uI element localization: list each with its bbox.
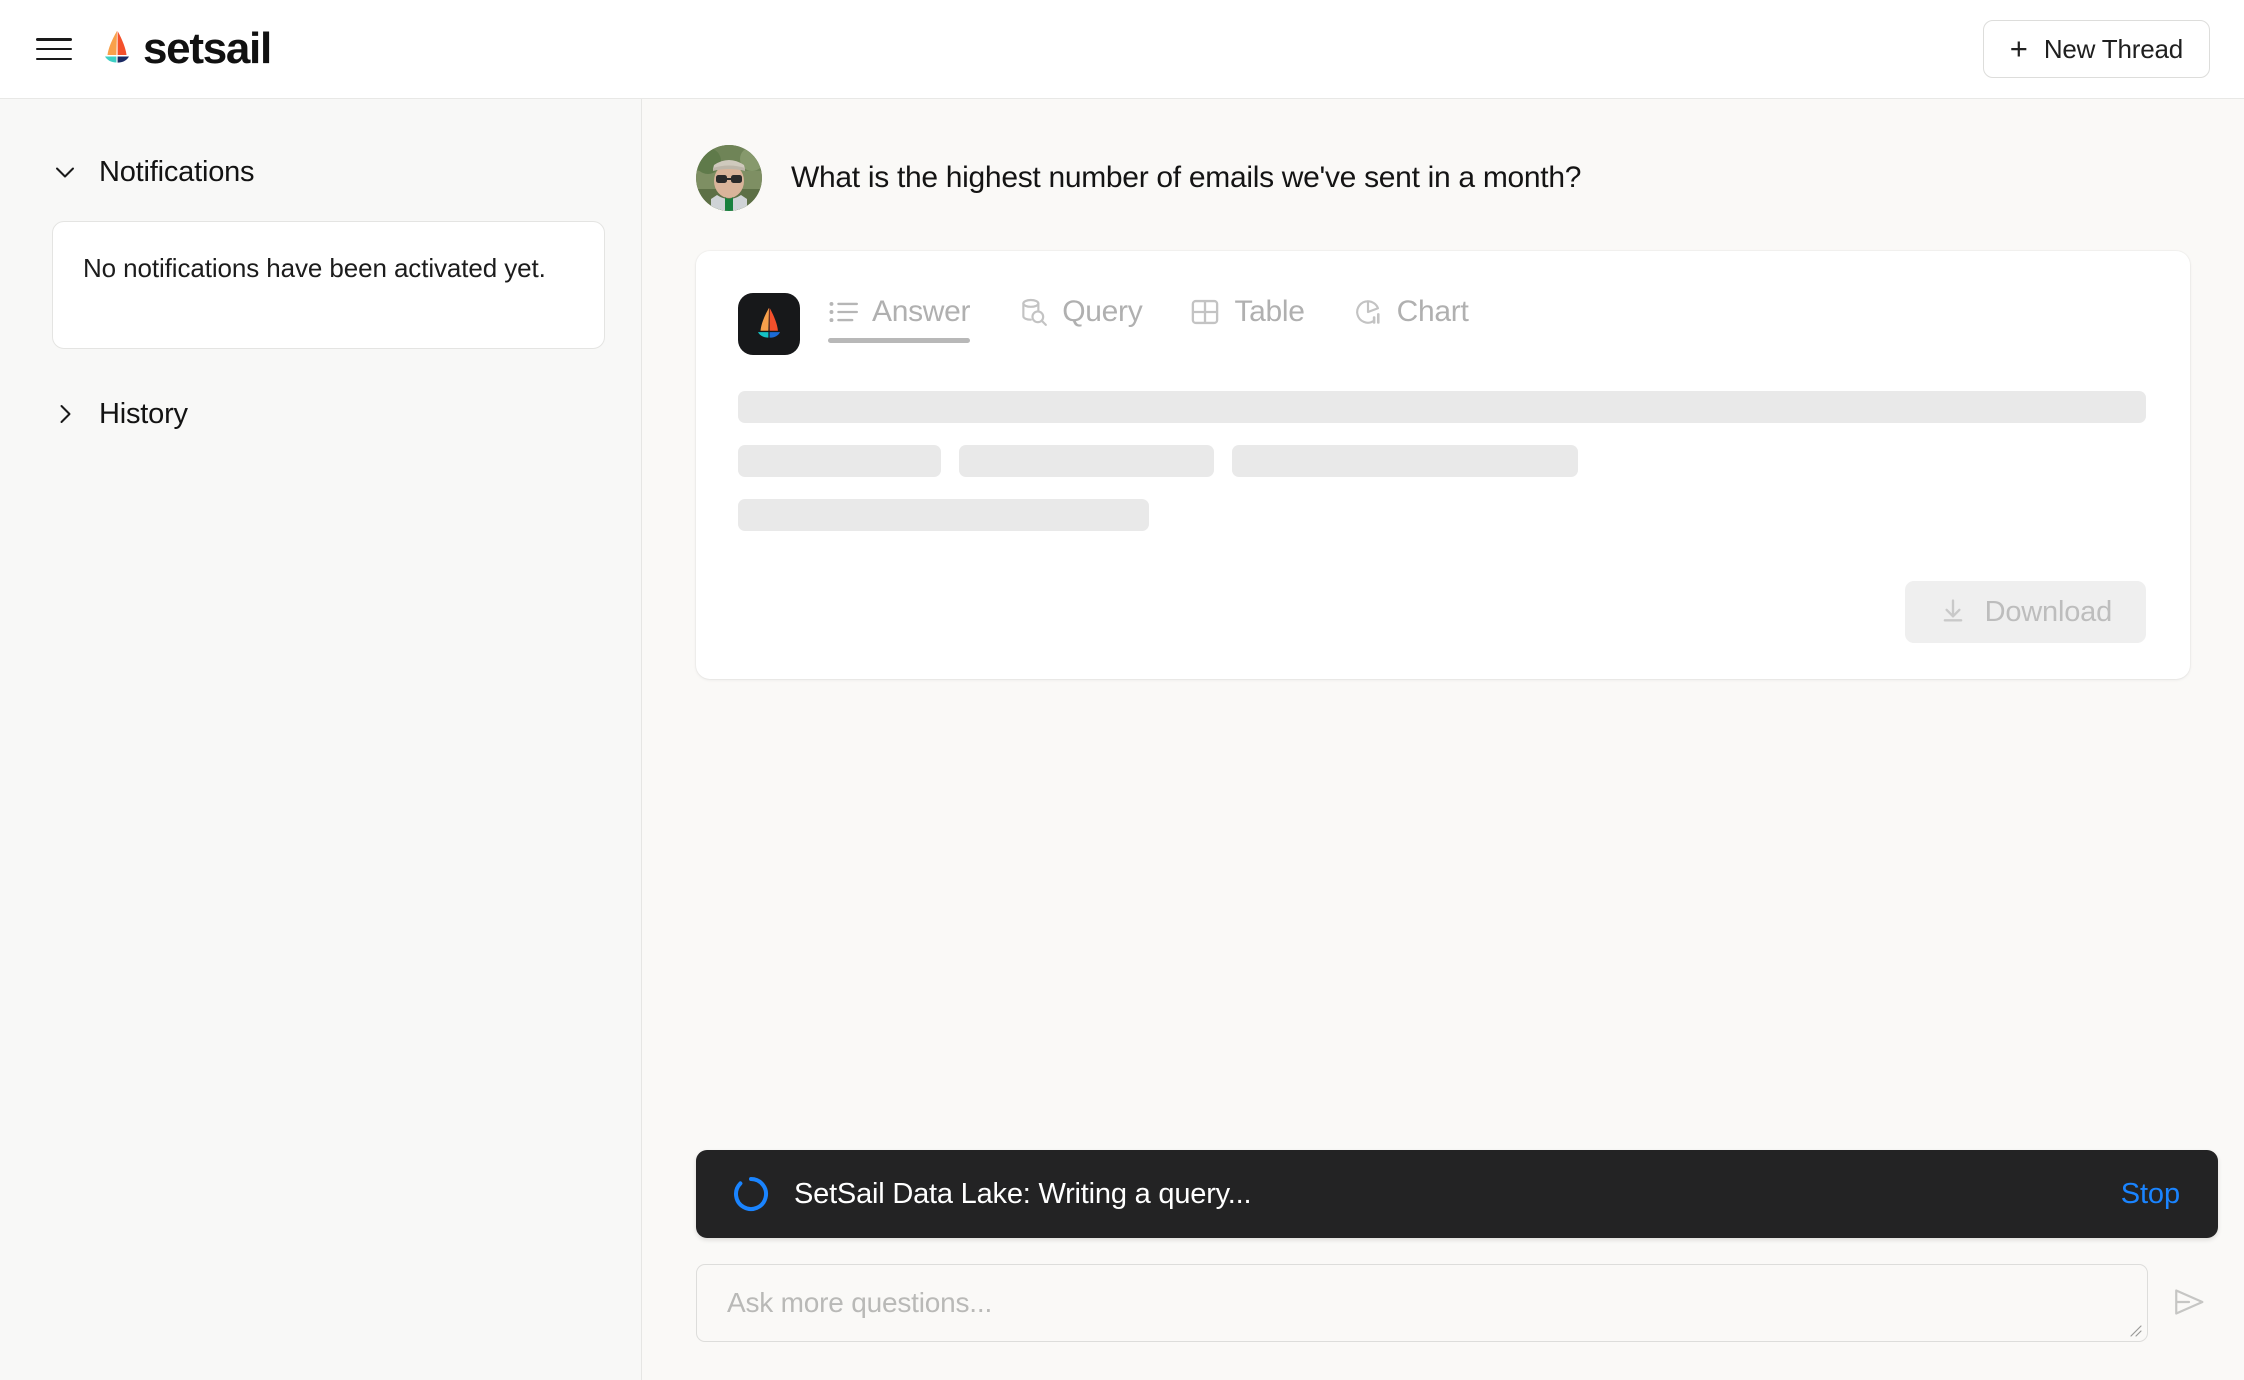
answer-card-footer: Download xyxy=(738,531,2146,643)
sidebar: Notifications No notifications have been… xyxy=(0,99,642,1380)
sidebar-section-label: History xyxy=(99,397,188,430)
skeleton-row xyxy=(738,499,2146,531)
grid-table-icon xyxy=(1190,297,1220,327)
skeleton-line xyxy=(738,499,1150,531)
question-input-wrapper[interactable]: Ask more questions... xyxy=(696,1264,2148,1342)
question-input-placeholder: Ask more questions... xyxy=(727,1287,993,1318)
hamburger-line xyxy=(36,57,72,60)
database-search-icon xyxy=(1018,297,1048,327)
answer-card: Answer Query Table Chart Download xyxy=(696,251,2190,679)
skeleton-line xyxy=(738,445,941,477)
skeleton-line xyxy=(958,445,1214,477)
user-message-text: What is the highest number of emails we'… xyxy=(791,161,1582,194)
status-toast: SetSail Data Lake: Writing a query... St… xyxy=(696,1150,2218,1238)
hamburger-line xyxy=(36,38,72,41)
main-panel: What is the highest number of emails we'… xyxy=(642,99,2244,1380)
user-message-row: What is the highest number of emails we'… xyxy=(696,145,2216,211)
download-label: Download xyxy=(1984,595,2113,628)
setsail-sailboat-logo-icon xyxy=(100,29,134,69)
conversation-thread: What is the highest number of emails we'… xyxy=(642,99,2244,1150)
notifications-empty-message: No notifications have been activated yet… xyxy=(83,253,546,283)
tab-answer[interactable]: Answer xyxy=(828,297,992,343)
skeleton-line xyxy=(1231,445,1578,477)
send-paper-plane-icon xyxy=(2172,1285,2206,1322)
download-arrow-icon xyxy=(1939,597,1967,628)
loading-spinner-icon xyxy=(732,1175,770,1213)
user-avatar-photo xyxy=(696,145,762,211)
list-bullets-icon xyxy=(828,298,858,326)
top-bar: setsail + New Thread xyxy=(0,0,2244,99)
hamburger-menu-icon[interactable] xyxy=(36,34,72,64)
stop-button[interactable]: Stop xyxy=(2121,1178,2180,1211)
tab-label: Table xyxy=(1234,295,1305,328)
status-toast-message: SetSail Data Lake: Writing a query... xyxy=(794,1177,1252,1210)
tab-label: Query xyxy=(1062,295,1143,328)
top-bar-left: setsail xyxy=(36,24,272,73)
tab-table[interactable]: Table xyxy=(1190,297,1326,343)
answer-loading-skeleton xyxy=(738,391,2146,531)
skeleton-line xyxy=(738,391,2146,423)
tab-chart[interactable]: Chart xyxy=(1353,297,1491,343)
brand-logo[interactable]: setsail xyxy=(100,24,272,73)
sidebar-section-label: Notifications xyxy=(99,155,255,188)
app-root: setsail + New Thread Notifications No no… xyxy=(0,0,2244,1380)
chevron-down-icon xyxy=(52,159,78,185)
new-thread-button[interactable]: + New Thread xyxy=(1982,20,2210,78)
chevron-right-icon xyxy=(52,401,78,427)
tab-label: Chart xyxy=(1396,295,1469,328)
sidebar-section-history[interactable]: History xyxy=(52,393,605,435)
answer-card-header: Answer Query Table Chart xyxy=(738,291,2146,355)
skeleton-row xyxy=(738,445,2146,477)
sidebar-section-notifications[interactable]: Notifications xyxy=(52,151,605,193)
tab-label: Answer xyxy=(872,295,971,328)
hamburger-line xyxy=(36,47,72,51)
tab-query[interactable]: Query xyxy=(1018,297,1164,343)
body-container: Notifications No notifications have been… xyxy=(0,99,2244,1380)
notifications-empty-card: No notifications have been activated yet… xyxy=(52,221,605,349)
answer-card-tabs: Answer Query Table Chart xyxy=(828,291,1517,343)
setsail-bot-avatar-icon xyxy=(738,293,800,355)
composer: Ask more questions... xyxy=(642,1238,2244,1380)
download-button[interactable]: Download xyxy=(1904,581,2146,643)
new-thread-label: New Thread xyxy=(2043,33,2183,64)
brand-name: setsail xyxy=(143,24,272,73)
pie-bar-chart-icon xyxy=(1353,297,1383,327)
status-toast-wrapper: SetSail Data Lake: Writing a query... St… xyxy=(642,1150,2244,1238)
send-button[interactable] xyxy=(2160,1264,2218,1342)
resize-grip-icon[interactable] xyxy=(2126,1321,2142,1337)
plus-icon: + xyxy=(2009,30,2028,66)
